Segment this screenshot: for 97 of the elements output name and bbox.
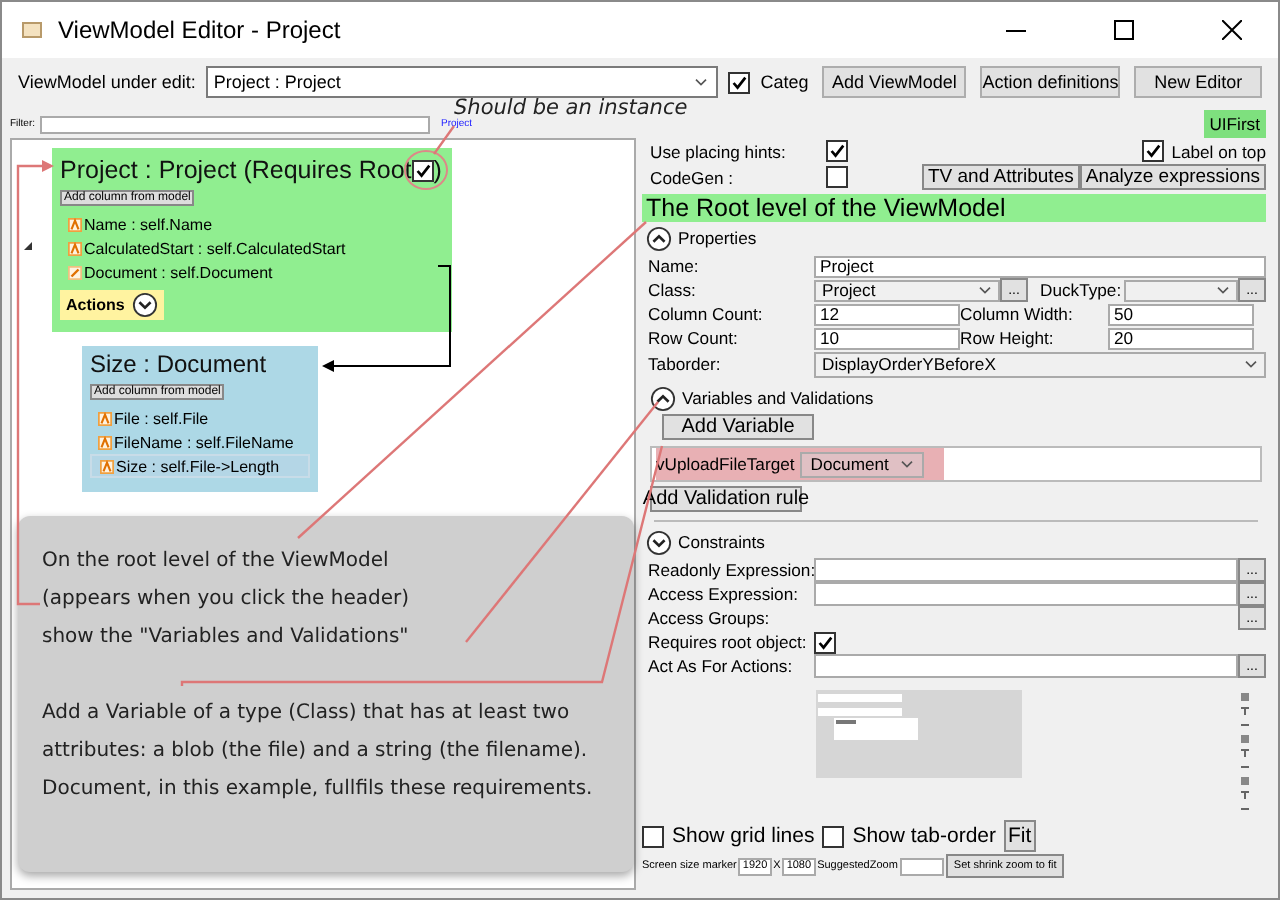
expression-field[interactable] <box>814 654 1238 678</box>
chevron-down-icon <box>694 77 709 87</box>
tool-button[interactable]: Analyze expressions <box>1079 164 1266 190</box>
section-header[interactable]: Variables and Validations <box>682 388 874 408</box>
expression-field[interactable] <box>814 582 1238 606</box>
link-icon <box>68 265 82 279</box>
checkbox[interactable] <box>826 140 848 162</box>
attribute-icon <box>98 411 112 425</box>
tool-icon[interactable] <box>1240 790 1250 800</box>
field-label: Requires root object: <box>648 632 809 652</box>
column-row[interactable]: FileName : self.FileName <box>90 430 310 454</box>
number-field[interactable]: 20 <box>1108 327 1254 349</box>
section-header[interactable]: Properties <box>678 228 757 248</box>
tool-icon[interactable] <box>1240 706 1250 716</box>
taborder-dropdown[interactable]: DisplayOrderYBeforeX <box>814 351 1266 377</box>
option-label: Show tab-order <box>852 824 996 848</box>
variable-name: vUploadFileTarget <box>656 454 795 474</box>
minimize-icon <box>1006 29 1026 31</box>
chevron-down-icon <box>1244 359 1258 369</box>
close-icon <box>1222 20 1242 40</box>
attribute-icon <box>100 459 114 473</box>
tool-icon[interactable] <box>1240 748 1250 758</box>
class-dropdown[interactable]: Project <box>814 279 1000 301</box>
callout-text: On the root level of the ViewModel (appears when you click the header) show the "Variables and Validations" <box>42 548 411 652</box>
column-row[interactable]: CalculatedStart : self.CalculatedStart <box>60 236 444 260</box>
viewmodel-label: ViewModel under edit: <box>18 72 196 92</box>
field-label: Access Expression: <box>648 584 800 604</box>
column-row[interactable]: File : self.File <box>90 406 310 430</box>
column-row[interactable]: Document : self.Document <box>60 260 444 284</box>
toolbar-button[interactable]: Add ViewModel <box>822 66 967 98</box>
node-title: Project : Project (Requires Root <box>60 156 412 184</box>
attribute-icon <box>68 217 82 231</box>
option-label: Use placing hints: <box>650 141 788 161</box>
checkbox[interactable] <box>642 825 664 847</box>
leader-line <box>433 125 455 155</box>
type-dropdown[interactable]: Document <box>800 451 925 477</box>
field-label: Name: <box>648 256 701 276</box>
section-header[interactable]: Constraints <box>678 532 765 552</box>
toolbar-button[interactable]: New Editor <box>1134 66 1262 98</box>
number-field[interactable]: 10 <box>814 327 960 349</box>
variable-row[interactable]: vUploadFileTarget Document <box>656 448 945 480</box>
attribute-icon <box>98 435 112 449</box>
attribute-icon <box>68 241 82 255</box>
field-label: Access Groups: <box>648 608 772 628</box>
checkbox[interactable] <box>1141 140 1164 162</box>
app-icon <box>22 22 42 38</box>
option-label: Show grid lines <box>672 824 815 848</box>
fit-button[interactable]: Fit <box>1004 820 1036 852</box>
chevron-down-icon[interactable] <box>646 529 672 555</box>
number-field[interactable]: 50 <box>1108 303 1254 325</box>
chevron-down-icon <box>978 285 992 295</box>
checkbox[interactable] <box>814 631 836 653</box>
level-banner: The Root level of the ViewModel <box>642 194 1266 222</box>
option-label: Label on top <box>1171 141 1266 161</box>
viewmodel-dropdown[interactable]: Project : Project <box>205 66 719 98</box>
uifirst-badge: UIFirst <box>1203 110 1266 138</box>
maximize-icon <box>1114 20 1134 40</box>
tool-icon[interactable] <box>1240 692 1250 702</box>
field-label: DuckType: <box>1040 280 1124 300</box>
expand-triangle-icon[interactable] <box>24 242 32 250</box>
callout-text: Add a Variable of a type (Class) that has at least two attributes: a blob (the file) and a string (the filename). Document, in this example, fullfils these requirements. <box>42 700 595 804</box>
tool-icon[interactable] <box>1240 804 1250 814</box>
categ-label: Categ <box>760 72 809 92</box>
option-label: CodeGen : <box>650 167 736 187</box>
column-row[interactable]: Size : self.File->Length <box>90 454 310 478</box>
field-label: Class: <box>648 280 698 300</box>
actions-label: Actions <box>66 296 125 314</box>
filter-field[interactable] <box>39 115 429 133</box>
window-title: ViewModel Editor - Project <box>58 16 343 44</box>
field-label: Taborder: <box>648 354 723 374</box>
node-title-end: ) <box>433 156 442 184</box>
field-label: Column Count: <box>648 304 765 324</box>
checkbox[interactable] <box>728 71 751 93</box>
chevron-down-icon <box>1216 285 1230 295</box>
expression-field[interactable] <box>814 558 1238 582</box>
field-label: Readonly Expression: <box>648 560 814 580</box>
chevron-down-icon <box>900 459 915 469</box>
annotation-note: Should be an instance <box>454 96 688 120</box>
chevron-down-icon[interactable] <box>132 292 159 318</box>
node-title: Size : Document <box>90 350 267 378</box>
chevron-up-icon[interactable] <box>646 225 672 251</box>
toolbar-button[interactable]: Action definitions <box>980 66 1121 98</box>
number-field[interactable]: 12 <box>814 303 960 325</box>
name-field[interactable]: Project <box>814 255 1266 277</box>
field-label: Act As For Actions: <box>648 656 795 676</box>
add-variable-button[interactable]: Add Variable <box>662 414 814 440</box>
checkbox[interactable] <box>411 159 434 181</box>
field-label: Row Height: <box>960 328 1056 348</box>
connector-arrow <box>322 265 451 372</box>
zoom-field[interactable] <box>899 857 944 875</box>
field-label: Column Width: <box>960 304 1075 324</box>
chevron-up-icon[interactable] <box>650 385 676 411</box>
checkbox[interactable] <box>822 825 845 847</box>
tool-button[interactable]: TV and Attributes <box>921 164 1080 190</box>
field-label: Row Count: <box>648 328 740 348</box>
checkbox[interactable] <box>826 166 848 188</box>
column-row[interactable]: Name : self.Name <box>60 212 444 236</box>
